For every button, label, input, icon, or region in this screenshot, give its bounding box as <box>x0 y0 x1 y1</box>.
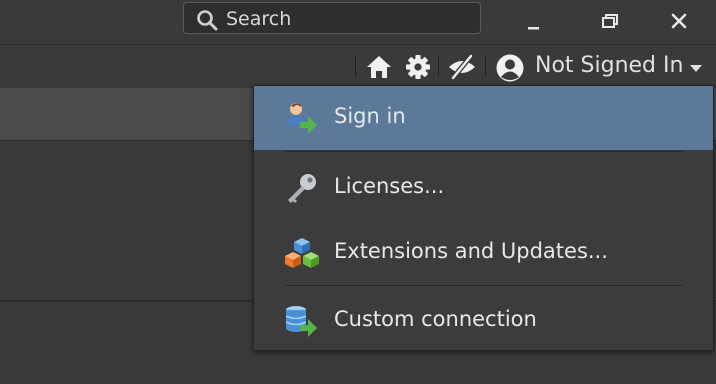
database-connection-icon <box>285 306 317 337</box>
menu-item-sign-in[interactable]: Sign in <box>254 86 713 150</box>
account-menu: Sign in Licenses... Extensions and Updat… <box>253 85 714 351</box>
visibility-toggle[interactable] <box>447 53 475 81</box>
menu-item-extensions[interactable]: Extensions and Updates... <box>254 221 713 285</box>
minimize-icon <box>528 27 539 30</box>
menu-item-label: Custom connection <box>334 307 537 331</box>
account-button[interactable] <box>495 53 525 83</box>
menu-item-label: Extensions and Updates... <box>334 239 608 263</box>
extensions-icon <box>285 238 319 268</box>
gear-icon <box>406 55 430 79</box>
menu-divider <box>286 285 682 286</box>
search-icon <box>196 9 218 31</box>
restore-button[interactable] <box>594 8 624 36</box>
minimize-button[interactable] <box>518 8 548 36</box>
home-icon <box>367 56 391 78</box>
toolbar-divider <box>355 55 356 77</box>
close-icon <box>671 13 687 29</box>
toolbar: Not Signed In <box>0 45 716 88</box>
search-input[interactable]: Search <box>183 2 481 34</box>
menu-divider <box>286 151 682 152</box>
account-circle-icon <box>496 54 524 82</box>
home-button[interactable] <box>365 53 393 81</box>
chevron-down-icon[interactable] <box>689 64 703 74</box>
app-window: Search Not Signed In Sign in Licenses...… <box>0 0 716 384</box>
restore-icon <box>602 14 618 28</box>
sign-in-icon <box>286 103 317 134</box>
close-button[interactable] <box>664 8 694 36</box>
settings-button[interactable] <box>404 53 432 81</box>
menu-item-label: Licenses... <box>334 174 445 198</box>
menu-item-custom-connection[interactable]: Custom connection <box>254 289 713 353</box>
hide-icon <box>449 54 475 80</box>
title-bar: Search <box>0 0 716 45</box>
search-label: Search <box>226 8 292 30</box>
key-icon <box>288 174 316 203</box>
toolbar-divider <box>485 55 486 77</box>
menu-item-licenses[interactable]: Licenses... <box>254 156 713 220</box>
menu-item-label: Sign in <box>334 104 406 128</box>
toolbar-divider <box>438 55 439 77</box>
account-status[interactable]: Not Signed In <box>535 53 683 78</box>
